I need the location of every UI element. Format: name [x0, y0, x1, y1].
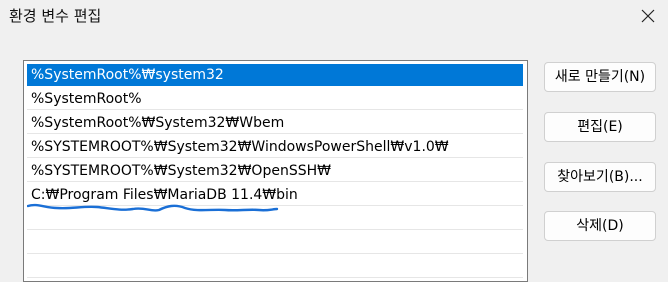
delete-button[interactable]: 삭제(D) — [544, 211, 656, 241]
path-list[interactable]: %SystemRoot%₩system32 %SystemRoot% %Syst… — [23, 60, 528, 282]
underline-annotation — [27, 203, 279, 212]
browse-button[interactable]: 찾아보기(B)... — [544, 162, 656, 192]
path-list-item[interactable]: %SYSTEMROOT%₩System32₩OpenSSH₩ — [27, 160, 523, 182]
path-list-item-empty[interactable] — [27, 232, 523, 254]
window-title: 환경 변수 편집 — [9, 7, 102, 25]
close-icon — [641, 9, 655, 23]
path-list-item[interactable]: %SystemRoot%₩system32 — [27, 64, 523, 86]
new-button[interactable]: 새로 만들기(N) — [544, 62, 656, 92]
edit-button[interactable]: 편집(E) — [544, 112, 656, 142]
path-list-item[interactable]: %SYSTEMROOT%₩System32₩WindowsPowerShell₩… — [27, 136, 523, 158]
close-button[interactable] — [628, 0, 668, 32]
path-list-item[interactable]: %SystemRoot%₩System32₩Wbem — [27, 112, 523, 134]
path-list-item[interactable]: %SystemRoot% — [27, 88, 523, 110]
title-bar: 환경 변수 편집 — [0, 0, 668, 36]
path-list-item-empty[interactable] — [27, 256, 523, 278]
